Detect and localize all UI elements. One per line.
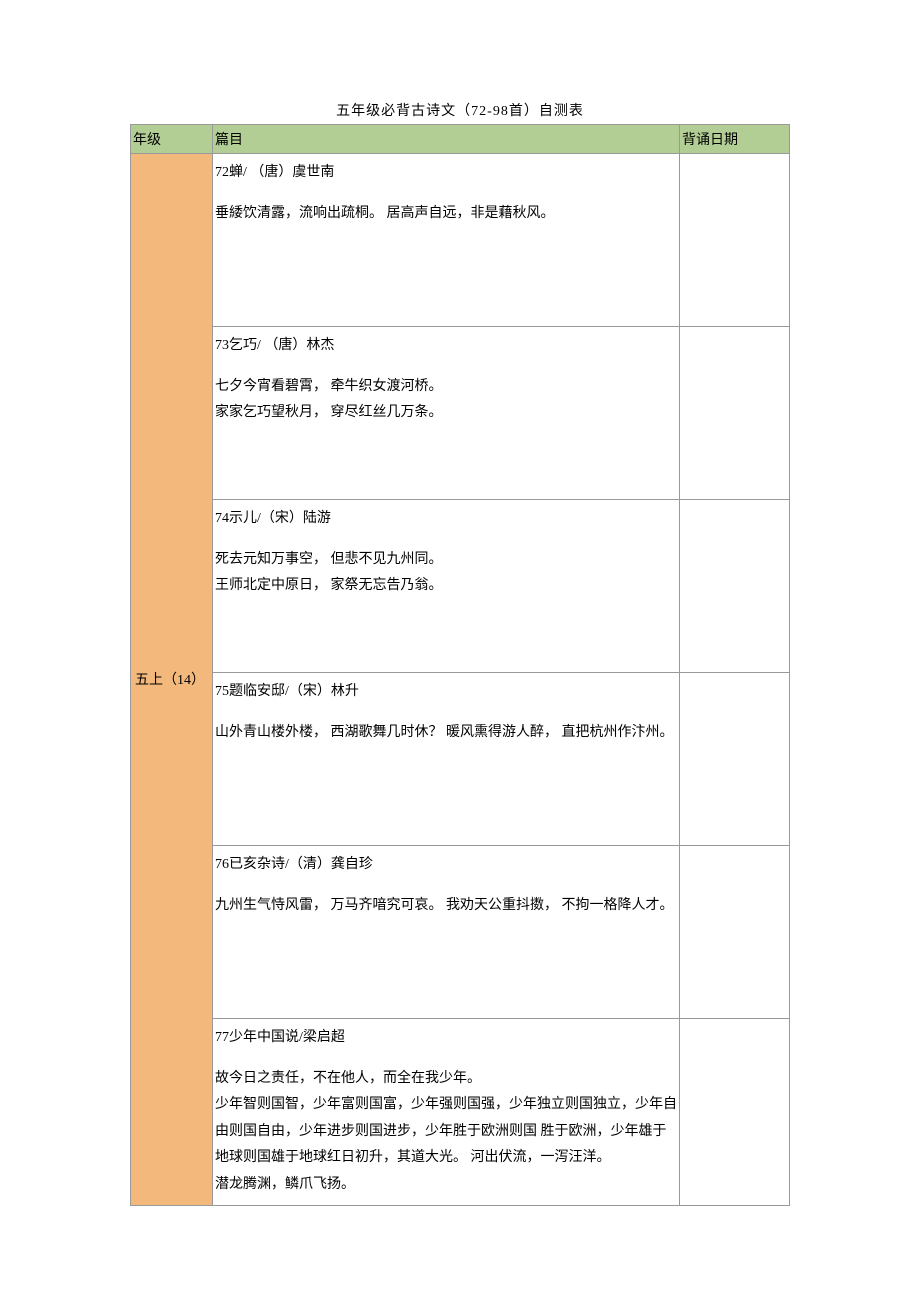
poem-title: 72蝉/ （唐）虞世南: [215, 160, 677, 187]
header-content: 篇目: [213, 125, 680, 154]
poem-title: 77少年中国说/梁启超: [215, 1025, 677, 1052]
table-row: 75题临安邸/（宋）林升 山外青山楼外楼， 西湖歌舞几时休？ 暖风熏得游人醉， …: [131, 673, 790, 846]
poem-body: 故今日之责任，不在他人，而全在我少年。 少年智则国智，少年富则国富，少年强则国强…: [215, 1066, 677, 1199]
date-cell: [680, 846, 790, 1019]
content-cell: 77少年中国说/梁启超 故今日之责任，不在他人，而全在我少年。 少年智则国智，少…: [213, 1019, 680, 1206]
date-cell: [680, 327, 790, 500]
table-row: 73乞巧/ （唐）林杰 七夕今宵看碧霄， 牵牛织女渡河桥。 家家乞巧望秋月， 穿…: [131, 327, 790, 500]
poem-body: 垂緌饮清露，流响出疏桐。 居高声自远，非是藉秋风。: [215, 201, 677, 228]
poem-body: 七夕今宵看碧霄， 牵牛织女渡河桥。 家家乞巧望秋月， 穿尽红丝几万条。: [215, 374, 677, 427]
date-cell: [680, 154, 790, 327]
poem-title: 73乞巧/ （唐）林杰: [215, 333, 677, 360]
date-cell: [680, 673, 790, 846]
table-row: 五上（14） 72蝉/ （唐）虞世南 垂緌饮清露，流响出疏桐。 居高声自远，非是…: [131, 154, 790, 327]
poem-body: 山外青山楼外楼， 西湖歌舞几时休？ 暖风熏得游人醉， 直把杭州作汴州。: [215, 720, 677, 747]
poem-table: 年级 篇目 背诵日期 五上（14） 72蝉/ （唐）虞世南 垂緌饮清露，流响出疏…: [130, 124, 790, 1206]
content-cell: 74示儿/（宋）陆游 死去元知万事空， 但悲不见九州同。 王师北定中原日， 家祭…: [213, 500, 680, 673]
page-title: 五年级必背古诗文（72-98首）自测表: [130, 100, 790, 120]
table-header-row: 年级 篇目 背诵日期: [131, 125, 790, 154]
header-grade: 年级: [131, 125, 213, 154]
poem-body: 九州生气恃风雷， 万马齐喑究可哀。 我劝天公重抖擞， 不拘一格降人才。: [215, 893, 677, 920]
header-date: 背诵日期: [680, 125, 790, 154]
content-cell: 75题临安邸/（宋）林升 山外青山楼外楼， 西湖歌舞几时休？ 暖风熏得游人醉， …: [213, 673, 680, 846]
poem-body: 死去元知万事空， 但悲不见九州同。 王师北定中原日， 家祭无忘告乃翁。: [215, 547, 677, 600]
grade-cell: 五上（14）: [131, 154, 213, 1206]
content-cell: 72蝉/ （唐）虞世南 垂緌饮清露，流响出疏桐。 居高声自远，非是藉秋风。: [213, 154, 680, 327]
table-row: 77少年中国说/梁启超 故今日之责任，不在他人，而全在我少年。 少年智则国智，少…: [131, 1019, 790, 1206]
content-cell: 73乞巧/ （唐）林杰 七夕今宵看碧霄， 牵牛织女渡河桥。 家家乞巧望秋月， 穿…: [213, 327, 680, 500]
table-row: 76已亥杂诗/（清）龚自珍 九州生气恃风雷， 万马齐喑究可哀。 我劝天公重抖擞，…: [131, 846, 790, 1019]
poem-title: 74示儿/（宋）陆游: [215, 506, 677, 533]
poem-title: 76已亥杂诗/（清）龚自珍: [215, 852, 677, 879]
date-cell: [680, 1019, 790, 1206]
date-cell: [680, 500, 790, 673]
table-row: 74示儿/（宋）陆游 死去元知万事空， 但悲不见九州同。 王师北定中原日， 家祭…: [131, 500, 790, 673]
poem-title: 75题临安邸/（宋）林升: [215, 679, 677, 706]
content-cell: 76已亥杂诗/（清）龚自珍 九州生气恃风雷， 万马齐喑究可哀。 我劝天公重抖擞，…: [213, 846, 680, 1019]
